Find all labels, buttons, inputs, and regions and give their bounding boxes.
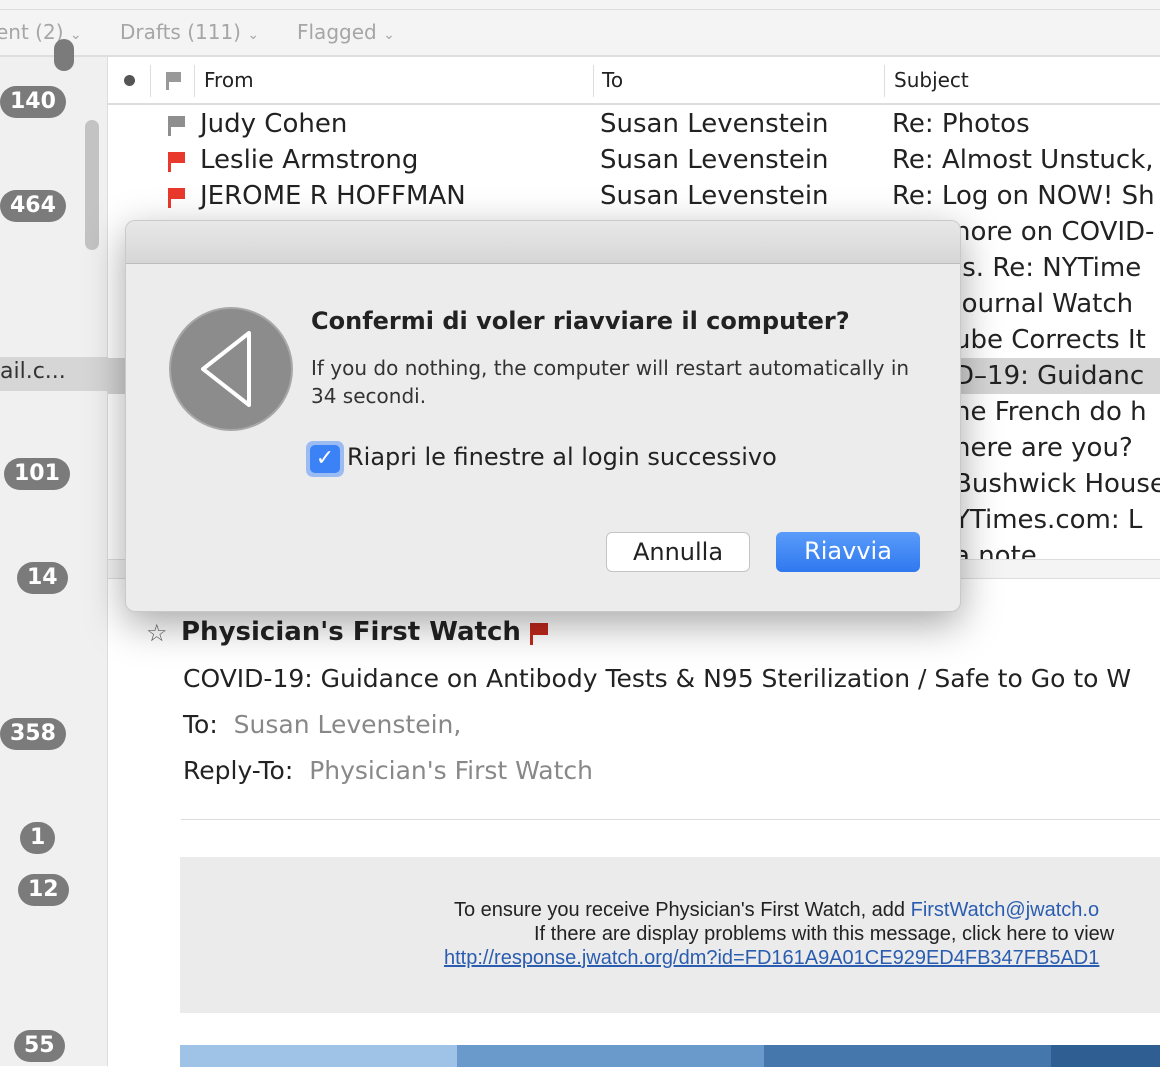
subject: .s. Re: NYTime [954,253,1142,283]
chevron-down-icon: ⌄ [247,27,260,43]
from: Judy Cohen [200,109,348,139]
subject: he French do h [954,397,1147,427]
reply-to-field: Reply-To: Physician's First Watch [183,756,593,785]
to: Susan Levenstein [600,181,829,211]
column-separator [884,65,885,97]
subject: nore on COVID- [954,217,1155,247]
subject: Re: Log on NOW! Sh [892,181,1155,211]
subject: Re: Almost Unstuck, [892,145,1154,175]
sidebar-scrollbar[interactable] [85,120,99,250]
message-preview: ☆ Physician's First Watch COVID-19: Guid… [108,578,1160,1067]
email-link[interactable]: FirstWatch@jwatch.o [911,899,1100,921]
subject: ube Corrects It [954,325,1146,355]
message-row[interactable]: JEROME R HOFFMAN Susan Levenstein Re: Lo… [108,178,1160,214]
unread-badge [54,39,74,71]
message-list-header: From To Subject [108,57,1160,105]
subject: Re: Photos [892,109,1030,139]
to-value[interactable]: Susan Levenstein, [234,710,462,739]
flag-red-icon[interactable] [530,623,548,645]
flag-gray-icon [168,116,185,136]
email-notice-box: To ensure you receive Physician's First … [180,857,1160,1013]
unread-badge: 358 [0,718,66,750]
unread-badge: 55 [14,1030,65,1062]
favorite-label: Flagged [297,20,377,44]
column-to[interactable]: To [602,68,623,92]
notice-line-2: If there are display problems with this … [534,923,1115,945]
reply-to-label: Reply-To: [183,756,294,785]
unread-dot-icon[interactable] [124,75,135,86]
message-row[interactable]: Leslie Armstrong Susan Levenstein Re: Al… [108,142,1160,178]
unread-badge: 1 [20,822,56,854]
reply-to-value[interactable]: Physician's First Watch [309,756,593,785]
divider [181,819,1160,820]
restart-button[interactable]: Riavvia [776,532,920,572]
divider [0,9,1160,10]
to-label: To: [183,710,218,739]
dialog-title: Confermi di voler riavviare il computer? [311,307,850,335]
notice-text: To ensure you receive Physician's First … [454,899,911,921]
sender-name: Physician's First Watch [181,617,521,647]
chevron-down-icon: ⌄ [69,27,82,43]
favorites-bar: ent (2) ⌄ Drafts (111) ⌄ Flagged ⌄ [0,0,1160,57]
subject: D–19: Guidanc [954,361,1145,391]
subject: YTimes.com: L [954,505,1143,535]
column-subject[interactable]: Subject [894,68,969,92]
dialog-titlebar [126,221,960,264]
sidebar-account-label[interactable]: ail.c... [0,359,66,384]
star-icon[interactable]: ☆ [146,619,168,647]
message-row[interactable]: Judy Cohen Susan Levenstein Re: Photos [108,106,1160,142]
subject: a note [954,541,1037,559]
subject: Journal Watch [954,289,1134,319]
column-from[interactable]: From [204,68,254,92]
column-separator [593,65,594,97]
dialog-message: If you do nothing, the computer will res… [311,356,910,408]
flag-red-icon [168,152,185,172]
cancel-button[interactable]: Annulla [606,532,750,572]
column-separator [194,65,195,97]
checkmark-icon: ✓ [310,445,340,473]
favorite-label: Drafts (111) [120,20,241,44]
unread-badge: 140 [0,86,66,118]
to: Susan Levenstein [600,145,829,175]
restart-dialog: Confermi di voler riavviare il computer?… [125,220,961,612]
from: Leslie Armstrong [200,145,419,175]
subject: here are you? [954,433,1133,463]
chevron-down-icon: ⌄ [383,27,395,43]
from: JEROME R HOFFMAN [200,181,466,211]
reopen-windows-checkbox[interactable]: ✓ [306,441,344,477]
flag-red-icon [168,188,185,208]
favorite-label: ent (2) [0,20,64,44]
to: Susan Levenstein [600,109,829,139]
favorite-flagged[interactable]: Flagged ⌄ [297,20,395,44]
subject-line: COVID-19: Guidance on Antibody Tests & N… [183,664,1132,693]
unread-badge: 14 [17,562,68,594]
view-online-link[interactable]: http://response.jwatch.org/dm?id=FD161A9… [444,947,1099,970]
column-separator [150,65,151,97]
restart-icon [169,307,293,431]
favorite-drafts[interactable]: Drafts (111) ⌄ [120,20,259,44]
subject: Bushwick House [954,469,1160,499]
unread-badge: 101 [4,458,70,490]
to-field: To: Susan Levenstein, [183,710,461,739]
checkbox-label[interactable]: Riapri le finestre al login successivo [347,443,777,471]
unread-badge: 12 [18,874,69,906]
newsletter-banner [180,1045,1160,1067]
unread-badge: 464 [0,190,66,222]
notice-line-1: To ensure you receive Physician's First … [454,899,1099,922]
flag-icon[interactable] [166,72,181,90]
